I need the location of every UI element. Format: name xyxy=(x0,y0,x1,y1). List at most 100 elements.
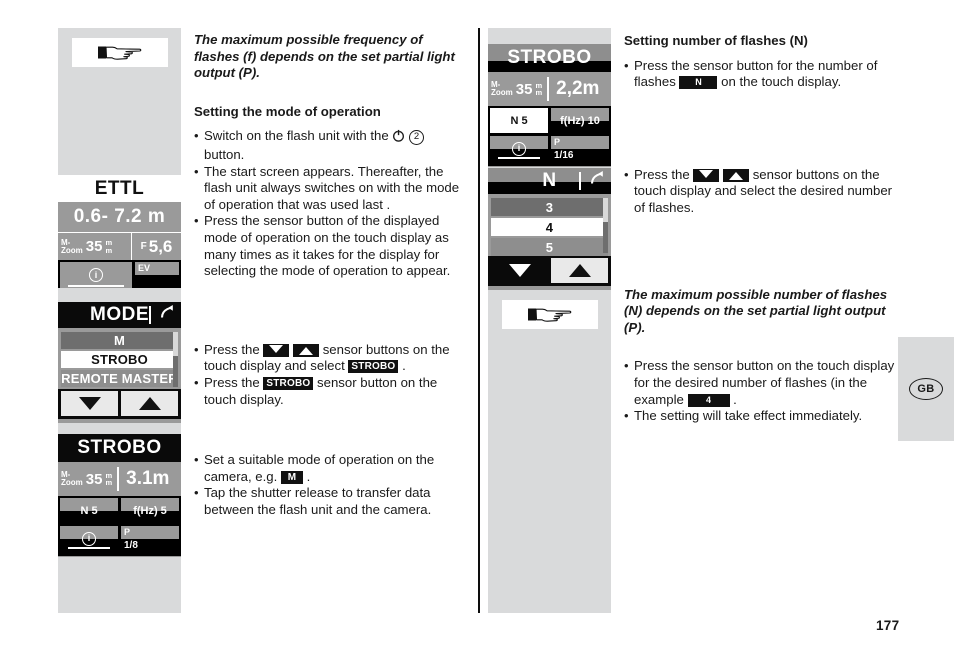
ev-empty-block xyxy=(135,275,179,288)
list-item: Press the STROBO sensor button on the to… xyxy=(194,375,466,408)
mode-scroll-down-button[interactable] xyxy=(61,391,118,416)
header-separator xyxy=(149,306,151,324)
lcd-panel-mode: MODE M STROBO REMOTE MASTER xyxy=(58,302,181,423)
language-tab: GB xyxy=(898,337,954,441)
list-item: Press the sensor button for the number o… xyxy=(624,58,896,91)
list-item: Press the sensor button of the displayed… xyxy=(194,213,466,279)
triangle-down-icon xyxy=(508,264,531,277)
strobo-right-n-label: N 5 xyxy=(510,114,528,127)
scrollbar-thumb[interactable] xyxy=(603,198,608,222)
triangle-down-icon xyxy=(78,397,101,410)
n-list-item-3[interactable]: 3 xyxy=(491,198,608,216)
strobo-left-zoom-unit: m m xyxy=(105,471,113,487)
bullet-list-strobo-select: Press the sensor buttons on the touch di… xyxy=(194,342,466,408)
list-item: Tap the shutter release to transfer data… xyxy=(194,485,466,518)
bullet-list-camera: Set a suitable mode of operation on the … xyxy=(194,452,466,518)
bullet-text-r3a: Press the sensor button on the touch dis… xyxy=(634,358,895,407)
bullet-text-1a: Switch on the flash unit with the xyxy=(204,128,393,144)
bullet-text-1b: button. xyxy=(204,146,245,162)
triangle-down-icon xyxy=(693,168,720,182)
info-icon: i xyxy=(89,268,103,282)
bullet-list-mode: Switch on the flash unit with the 2 butt… xyxy=(194,128,466,279)
underline-bar xyxy=(68,547,110,549)
n-scroll-down-button[interactable] xyxy=(491,258,548,283)
zoom-unit-bottom: m xyxy=(105,245,113,255)
lcd-ettl-info-button[interactable]: i xyxy=(60,262,132,288)
lcd-n-list: 3 4 5 xyxy=(488,194,611,256)
lcd-n-arrow-row xyxy=(488,256,611,286)
heading-setting-flashes: Setting number of flashes (N) xyxy=(624,33,808,48)
strobo-left-distance: 3.1m xyxy=(126,468,170,489)
bullet-subtext-1: The start screen appears. Thereafter, th… xyxy=(204,163,460,212)
lcd-ettl-aperture-cell[interactable]: F 5,6 xyxy=(132,233,181,260)
back-arrow-icon[interactable] xyxy=(159,305,176,326)
strobo-left-info-button[interactable]: i xyxy=(60,526,118,551)
strobo-right-line-2: i P 1/16 xyxy=(490,136,609,161)
manual-page: ETTL 0.6- 7.2 m M- Zoom 35 m m F 5,6 i E… xyxy=(0,0,954,660)
zoom-unit-bottom: m xyxy=(105,478,113,487)
strobo-left-n-cell[interactable]: N 5 xyxy=(60,498,118,523)
lcd-ettl-ev-cell[interactable]: EV xyxy=(135,262,179,288)
mode-list-item-m[interactable]: M xyxy=(61,332,178,349)
triangle-up-icon xyxy=(138,397,161,410)
bullet-subtext-r3: The setting will take effect immediately… xyxy=(634,408,863,424)
list-item-sub: The start screen appears. Thereafter, th… xyxy=(194,164,466,214)
scrollbar-thumb[interactable] xyxy=(173,332,178,356)
bullet-list-flashes: Press the sensor button for the number o… xyxy=(624,58,896,91)
mode-list-item-remote-master[interactable]: REMOTE MASTER xyxy=(61,370,178,387)
mode-list-item-strobo[interactable]: STROBO xyxy=(61,351,178,368)
n-scroll-up-button[interactable] xyxy=(551,258,608,283)
strobo-left-line-1: N 5 f(Hz) 5 xyxy=(60,498,179,523)
strobo-right-info-button[interactable]: i xyxy=(490,136,548,161)
power-icon xyxy=(392,129,405,147)
bullet-text-2: Press the sensor button of the displayed… xyxy=(204,213,451,279)
zoom-unit-bottom: m xyxy=(535,88,543,97)
underline-bar xyxy=(498,157,540,159)
lcd-n-header: N xyxy=(488,168,611,194)
lcd-mode-list: M STROBO REMOTE MASTER xyxy=(58,328,181,389)
n-list-item-5[interactable]: 5 xyxy=(491,238,608,256)
zoom-label-bottom: Zoom xyxy=(491,88,513,97)
bullet-text-r1b: on the touch display. xyxy=(717,74,842,90)
strobo-right-zoom-unit: m m xyxy=(535,81,543,97)
strobo-right-line-1: N 5 f(Hz) 10 xyxy=(490,108,609,133)
list-item: Switch on the flash unit with the 2 butt… xyxy=(194,128,466,163)
lcd-strobo-left-distance-row: M- Zoom 35 m m 3.1m xyxy=(58,462,181,496)
strobo-right-n-cell[interactable]: N 5 xyxy=(490,108,548,133)
pointing-hand-icon xyxy=(98,46,142,60)
lcd-ettl-zoom-unit: m m xyxy=(105,239,112,254)
strobo-left-n-label: N 5 xyxy=(80,504,98,517)
lcd-mode-header: MODE xyxy=(58,302,181,328)
lcd-strobo-right-grid: N 5 f(Hz) 10 i P 1/16 xyxy=(488,106,611,166)
n-list-item-4[interactable]: 4 xyxy=(491,218,608,236)
strobo-right-p-cell[interactable]: P 1/16 xyxy=(551,136,609,161)
note-number-of-flashes: The maximum possible number of flashes (… xyxy=(624,286,888,335)
lcd-ettl-bottom-row: i EV xyxy=(58,260,181,288)
lcd-strobo-right-distance-row: M- Zoom 35 m m 2,2m xyxy=(488,72,611,106)
strobo-right-f-cell[interactable]: f(Hz) 10 xyxy=(551,108,609,133)
strobo-left-zoom-value: 35 xyxy=(85,470,103,488)
strobo-right-p-value: 1/16 xyxy=(554,150,574,161)
bullet-text-3a: Press the xyxy=(204,341,264,357)
lcd-ettl-zoom-cell[interactable]: M- Zoom 35 m m xyxy=(58,233,132,260)
strobo-left-zoom-label: M- Zoom xyxy=(61,471,83,487)
bullet-text-3c: . xyxy=(398,358,406,374)
mode-list-scrollbar[interactable] xyxy=(173,332,178,387)
underline-bar xyxy=(68,285,124,287)
list-item: Press the sensor buttons on the touch di… xyxy=(624,167,896,217)
mode-scroll-up-button[interactable] xyxy=(121,391,178,416)
m-badge: M xyxy=(280,470,303,484)
strobo-left-p-cell[interactable]: P 1/8 xyxy=(121,526,179,551)
strobo-badge: STROBO xyxy=(263,376,314,390)
example-value-badge: 4 xyxy=(687,393,730,407)
list-item-sub: The setting will take effect immediately… xyxy=(624,408,896,425)
back-arrow-icon[interactable] xyxy=(589,171,606,192)
n-list-scrollbar[interactable] xyxy=(603,198,608,253)
info-icon: i xyxy=(82,531,96,546)
strobo-left-f-cell[interactable]: f(Hz) 5 xyxy=(121,498,179,523)
